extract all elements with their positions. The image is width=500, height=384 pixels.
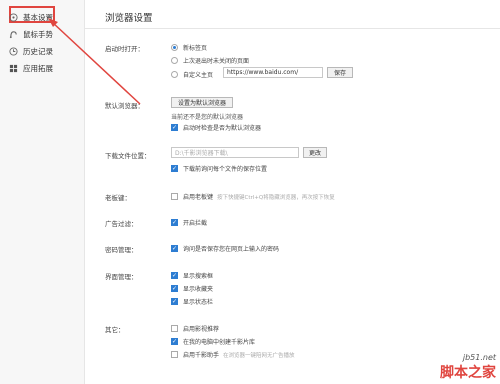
clock-icon	[8, 46, 18, 56]
interface-label: 界面管理：	[105, 273, 138, 281]
checkbox[interactable]	[171, 325, 178, 332]
change-button[interactable]: 更改	[303, 147, 327, 158]
assistant-hint: 在浏览器一键陪网无广告播放	[223, 352, 295, 359]
download-location-label: 下载文件位置：	[105, 152, 151, 160]
adblock-label: 广告过滤：	[105, 220, 138, 228]
checkbox-checked[interactable]: ✓	[171, 245, 178, 252]
checkbox-checked[interactable]: ✓	[171, 124, 178, 131]
settings-main: 浏览器设置 启动时打开： 新标签页 上次退出时未关闭的页面 自定义主页 http…	[85, 0, 500, 384]
startup-option-newtab[interactable]: 新标签页	[171, 43, 207, 52]
show-status-bar[interactable]: ✓ 显示状态栏	[171, 297, 213, 306]
watermark-url: jb51.net	[462, 353, 496, 362]
password-label: 密码管理：	[105, 246, 138, 254]
set-default-browser-button[interactable]: 设置为默认浏览器	[171, 97, 233, 108]
checkbox-checked[interactable]: ✓	[171, 285, 178, 292]
sidebar-item-basic-settings[interactable]: 基本设置	[6, 10, 80, 24]
password-option[interactable]: ✓ 询问是否保存您在网页上输入的密码	[171, 244, 279, 253]
checkbox-checked[interactable]: ✓	[171, 298, 178, 305]
default-browser-status: 当前还不是您的默认浏览器	[171, 114, 244, 121]
sidebar-item-label: 应用拓展	[23, 63, 53, 73]
startup-option-restore[interactable]: 上次退出时未关闭的页面	[171, 56, 249, 65]
boss-key-hint: 按下快捷键Ctrl+Q将隐藏浏览器，再次按下恢复	[217, 194, 335, 201]
sidebar: 基本设置 鼠标手势 历史记录 应用拓展	[0, 0, 85, 384]
checkbox-checked[interactable]: ✓	[171, 219, 178, 226]
homepage-url-input[interactable]: https://www.baidu.com/	[223, 67, 323, 78]
checkbox[interactable]	[171, 351, 178, 358]
startup-label: 启动时打开：	[105, 45, 144, 53]
check-default-on-start[interactable]: ✓ 启动时检查是否为默认浏览器	[171, 123, 261, 132]
boss-key-label: 老板键：	[105, 194, 131, 202]
sidebar-item-label: 鼠标手势	[23, 29, 53, 39]
watermark-brand: 脚本之家	[440, 365, 496, 381]
show-search-box[interactable]: ✓ 显示搜索框	[171, 271, 213, 280]
sidebar-item-label: 历史记录	[23, 46, 53, 56]
watermark: jb51.net 脚本之家	[440, 353, 496, 382]
show-favorites[interactable]: ✓ 显示收藏夹	[171, 284, 213, 293]
radio-selected[interactable]	[171, 44, 178, 51]
mouse-gesture-icon	[8, 29, 18, 39]
page-title: 浏览器设置	[105, 13, 153, 24]
sidebar-item-history[interactable]: 历史记录	[6, 44, 80, 58]
sidebar-item-extensions[interactable]: 应用拓展	[6, 61, 80, 75]
create-library-option[interactable]: ✓ 在我的电脑中创建千影片库	[171, 337, 255, 346]
divider	[85, 28, 500, 29]
sidebar-item-mouse-gesture[interactable]: 鼠标手势	[6, 27, 80, 41]
ask-save-location[interactable]: ✓ 下载前询问每个文件的保存位置	[171, 164, 267, 173]
boss-key-option[interactable]: 启用老板键 按下快捷键Ctrl+Q将隐藏浏览器，再次按下恢复	[171, 192, 335, 201]
checkbox[interactable]	[171, 193, 178, 200]
checkbox-checked[interactable]: ✓	[171, 272, 178, 279]
save-button[interactable]: 保存	[327, 67, 353, 78]
download-path-input[interactable]: D:\千影浏览器下载\	[171, 147, 299, 158]
checkbox-checked[interactable]: ✓	[171, 338, 178, 345]
startup-option-homepage[interactable]: 自定义主页	[171, 70, 213, 79]
other-label: 其它：	[105, 326, 125, 334]
adblock-option[interactable]: ✓ 开启拦截	[171, 218, 207, 227]
checkbox-checked[interactable]: ✓	[171, 165, 178, 172]
sidebar-item-label: 基本设置	[23, 12, 53, 22]
video-recommend-option[interactable]: 启用影视推荐	[171, 324, 219, 333]
assistant-option[interactable]: 启用千影助手 在浏览器一键陪网无广告播放	[171, 350, 295, 359]
circle-settings-icon	[8, 12, 18, 22]
radio[interactable]	[171, 71, 178, 78]
radio[interactable]	[171, 57, 178, 64]
apps-grid-icon	[8, 63, 18, 73]
default-browser-label: 默认浏览器：	[105, 102, 144, 110]
